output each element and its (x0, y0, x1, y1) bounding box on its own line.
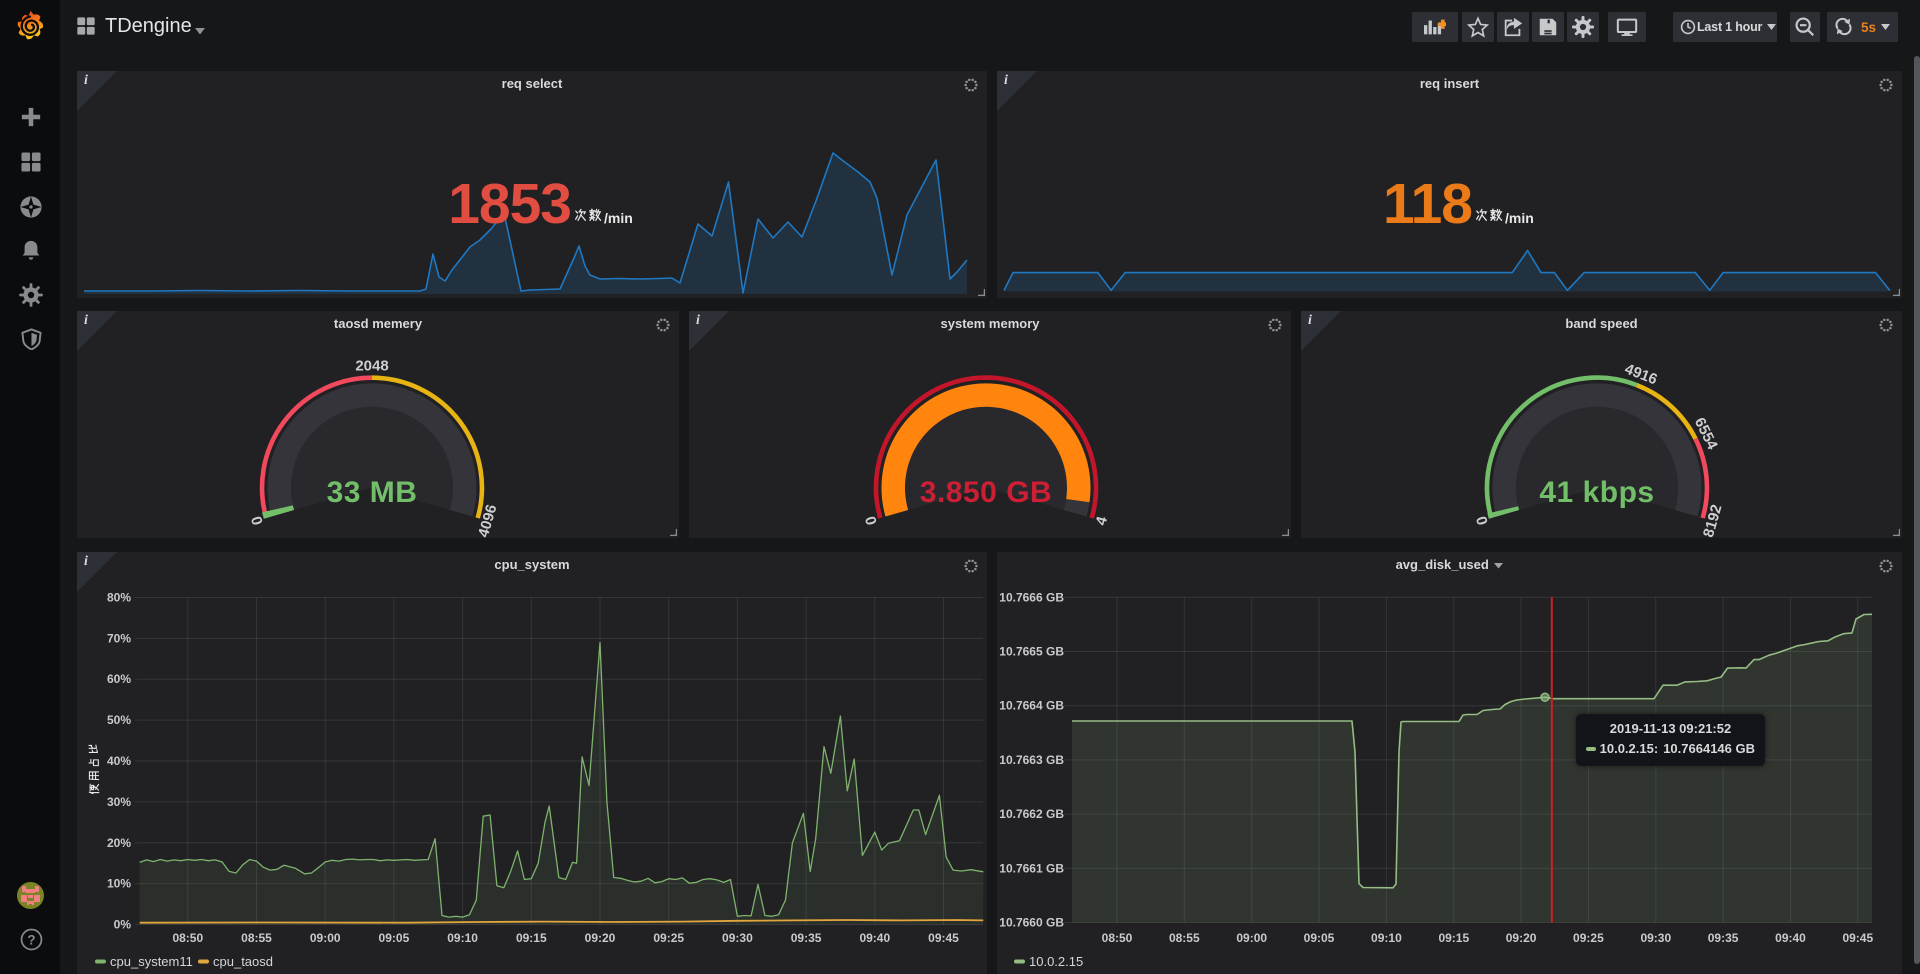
svg-text:10.7666 GB: 10.7666 GB (999, 590, 1064, 604)
svg-text:0%: 0% (114, 918, 132, 932)
svg-text:10.0.2.15: 10.0.2.15 (1029, 954, 1083, 969)
svg-text:09:30: 09:30 (722, 931, 753, 945)
svg-text:09:30: 09:30 (1640, 931, 1671, 945)
svg-text:08:50: 08:50 (1102, 931, 1133, 945)
svg-text:80%: 80% (107, 591, 131, 605)
svg-text:0: 0 (247, 515, 266, 528)
svg-text:09:05: 09:05 (379, 931, 410, 945)
svg-text:20%: 20% (107, 836, 131, 850)
svg-text:09:35: 09:35 (791, 931, 822, 945)
svg-text:10.7660 GB: 10.7660 GB (999, 916, 1064, 930)
svg-text:0: 0 (861, 515, 880, 528)
svg-text:30%: 30% (107, 795, 131, 809)
svg-text:?: ? (27, 932, 35, 947)
svg-text:09:25: 09:25 (1573, 931, 1604, 945)
svg-text:2048: 2048 (355, 358, 388, 375)
svg-text:10.7662 GB: 10.7662 GB (999, 807, 1064, 821)
svg-text:09:05: 09:05 (1304, 931, 1335, 945)
svg-text:10.7663 GB: 10.7663 GB (999, 753, 1064, 767)
svg-text:09:10: 09:10 (1371, 931, 1402, 945)
svg-text:09:40: 09:40 (1775, 931, 1806, 945)
svg-text:09:10: 09:10 (447, 931, 478, 945)
svg-text:09:25: 09:25 (653, 931, 684, 945)
svg-text:10.7661 GB: 10.7661 GB (999, 861, 1064, 875)
svg-text:08:55: 08:55 (241, 931, 272, 945)
svg-text:09:35: 09:35 (1708, 931, 1739, 945)
svg-text:09:45: 09:45 (928, 931, 959, 945)
svg-text:09:00: 09:00 (1236, 931, 1267, 945)
svg-text:09:20: 09:20 (1506, 931, 1537, 945)
svg-text:cpu_system11: cpu_system11 (110, 954, 193, 969)
svg-text:09:45: 09:45 (1842, 931, 1873, 945)
svg-text:09:15: 09:15 (516, 931, 547, 945)
svg-text:08:55: 08:55 (1169, 931, 1200, 945)
svg-text:40%: 40% (107, 754, 131, 768)
svg-text:09:40: 09:40 (859, 931, 890, 945)
svg-text:09:15: 09:15 (1438, 931, 1469, 945)
svg-text:70%: 70% (107, 631, 131, 645)
svg-text:4: 4 (1092, 514, 1111, 527)
svg-text:cpu_taosd: cpu_taosd (213, 954, 273, 969)
svg-text:09:20: 09:20 (585, 931, 616, 945)
svg-text:08:50: 08:50 (172, 931, 203, 945)
svg-text:10.7665 GB: 10.7665 GB (999, 645, 1064, 659)
svg-text:10%: 10% (107, 877, 131, 891)
svg-text:10.7664 GB: 10.7664 GB (999, 699, 1064, 713)
svg-text:0: 0 (1472, 515, 1491, 528)
svg-text:50%: 50% (107, 713, 131, 727)
svg-text:60%: 60% (107, 672, 131, 686)
svg-text:09:00: 09:00 (310, 931, 341, 945)
